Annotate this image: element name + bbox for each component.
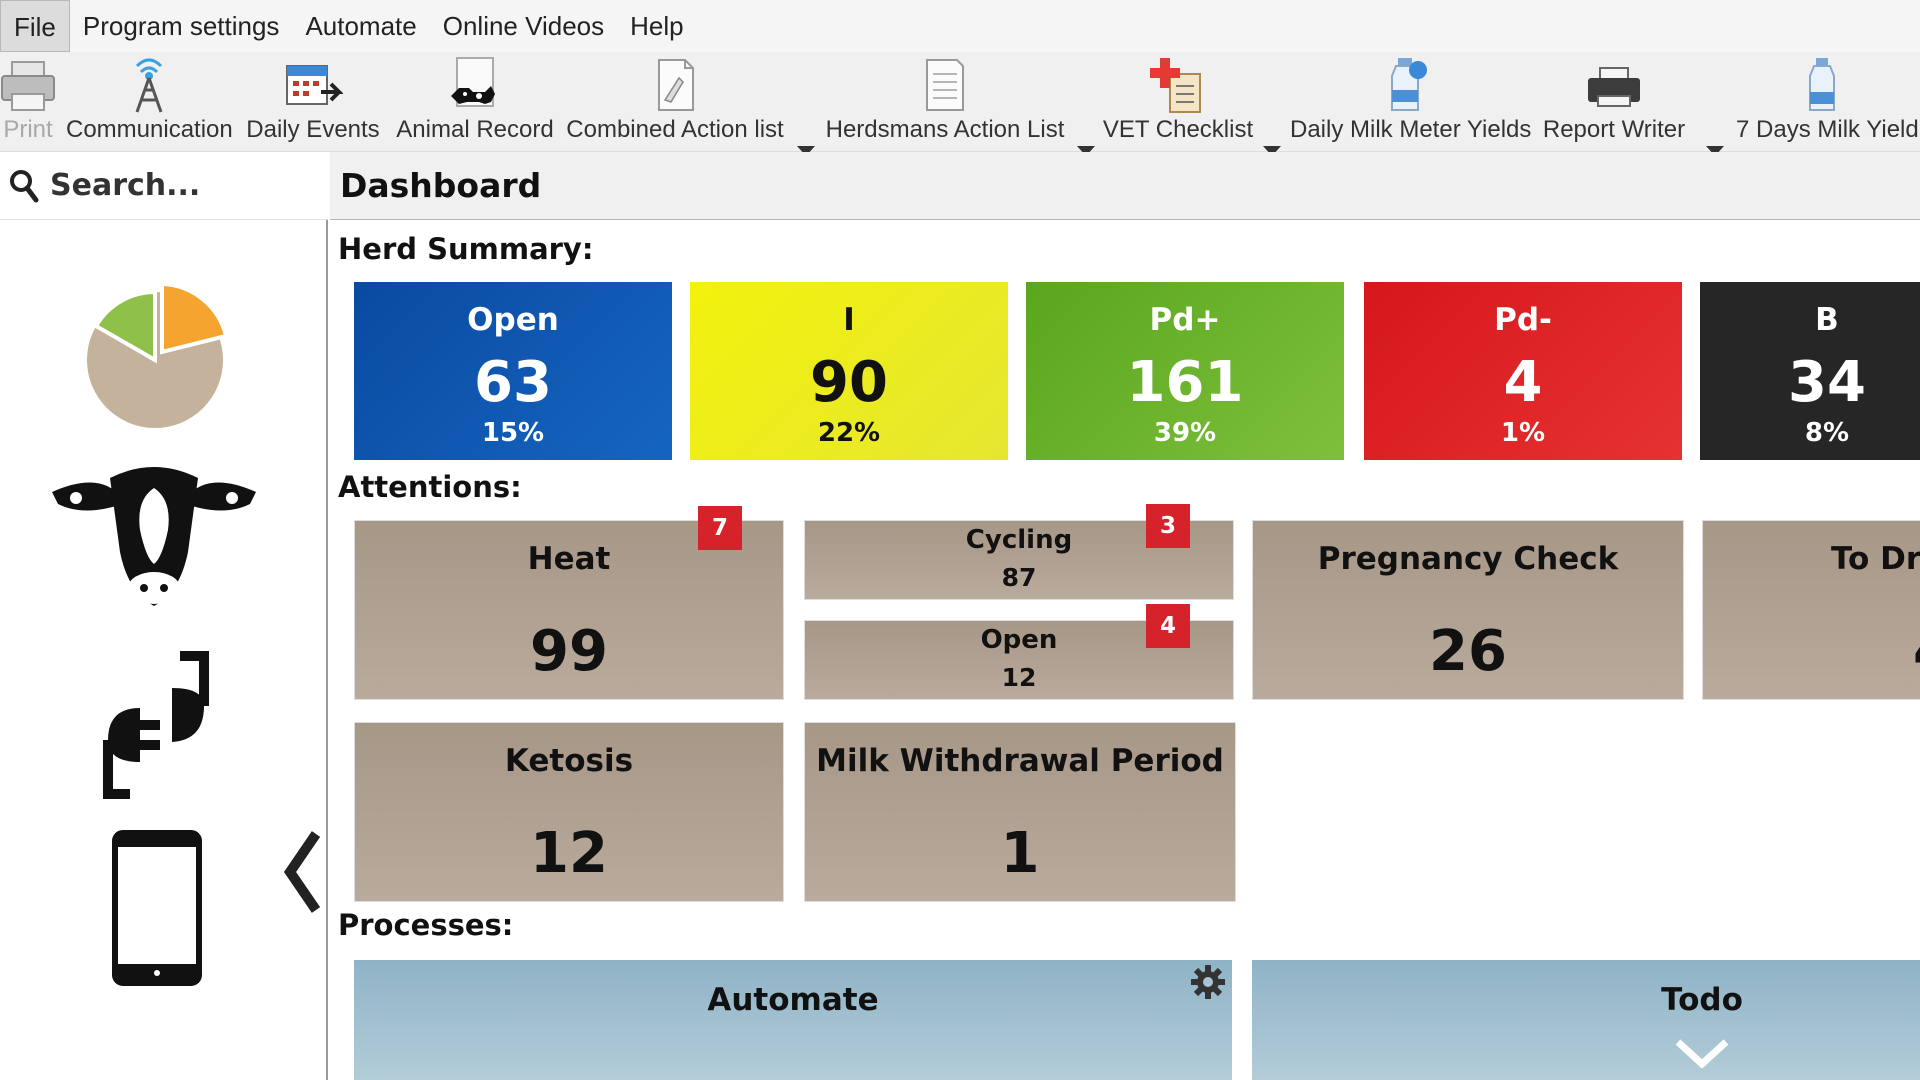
menu-program-settings[interactable]: Program settings — [70, 0, 293, 52]
vet-checklist-icon — [1150, 58, 1201, 113]
vet-checklist-button[interactable]: VET Checklist — [1098, 52, 1258, 152]
printer-icon — [1, 61, 55, 111]
antenna-icon — [135, 58, 163, 113]
vet-checklist-label: VET Checklist — [1102, 116, 1254, 143]
herd-tile-inseminated[interactable]: I 90 22% — [690, 282, 1008, 460]
process-automate[interactable]: Automate — [354, 960, 1232, 1080]
daily-events-label: Daily Events — [246, 116, 380, 143]
menu-help[interactable]: Help — [617, 0, 696, 52]
attention-ketosis[interactable]: Ketosis 12 — [354, 722, 784, 902]
menu-online-videos[interactable]: Online Videos — [430, 0, 617, 52]
tile-value: 63 — [474, 350, 552, 415]
herd-tile-pd-minus[interactable]: Pd- 4 1% — [1364, 282, 1682, 460]
chevron-left-icon[interactable] — [282, 830, 322, 914]
toolbar: Print Communication Daily Events Animal … — [0, 52, 1920, 156]
attention-milk-withdrawal[interactable]: Milk Withdrawal Period 1 — [804, 722, 1236, 902]
cow-icon[interactable] — [52, 460, 256, 610]
seven-days-milk-yield-label: 7 Days Milk Yield I — [1736, 116, 1920, 143]
tile-percent: 39% — [1153, 418, 1217, 448]
animal-record-button[interactable]: Animal Record — [394, 52, 556, 152]
tile-value: 34 — [1788, 350, 1866, 415]
attention-label: Milk Withdrawal Period — [816, 743, 1224, 779]
attention-to-dry[interactable]: To Dr 4 — [1702, 520, 1920, 700]
tile-label: Open — [467, 302, 559, 338]
attention-label: Pregnancy Check — [1317, 541, 1619, 577]
report-writer-button[interactable]: Report Writer — [1534, 52, 1694, 152]
attention-value: 26 — [1429, 619, 1507, 684]
print-button[interactable]: Print — [0, 52, 56, 152]
pie-chart-icon[interactable] — [80, 280, 230, 430]
communication-button[interactable]: Communication — [66, 52, 233, 152]
process-label: Todo — [1661, 982, 1743, 1018]
menu-file[interactable]: File — [0, 0, 70, 52]
sidebar — [0, 220, 328, 1080]
tile-value: 90 — [810, 350, 888, 415]
milk-bottle-icon — [1391, 58, 1427, 111]
processes-title: Processes: — [338, 908, 514, 942]
print-label: Print — [3, 116, 53, 143]
daily-milk-meter-yields-button[interactable]: Daily Milk Meter Yields — [1290, 52, 1532, 152]
attention-value: 4 — [1913, 619, 1920, 684]
combined-action-list-label: Combined Action list — [566, 116, 784, 143]
tile-percent: 22% — [817, 418, 881, 448]
heat-badge: 7 — [698, 506, 742, 550]
attention-pregnancy-check[interactable]: Pregnancy Check 26 — [1252, 520, 1684, 700]
herd-summary-title: Herd Summary: — [338, 232, 594, 266]
tile-percent: 8% — [1804, 418, 1850, 448]
process-todo[interactable]: Todo — [1252, 960, 1920, 1080]
tile-value: 4 — [1503, 350, 1543, 415]
combined-action-list-button[interactable]: Combined Action list — [562, 52, 788, 152]
document-list-icon — [926, 59, 964, 111]
menu-automate[interactable]: Automate — [292, 0, 429, 52]
dashboard-header: Dashboard — [330, 152, 1920, 220]
attentions-title: Attentions: — [338, 470, 522, 504]
search-input[interactable] — [50, 168, 320, 203]
tile-value: 161 — [1126, 350, 1244, 415]
animal-record-icon — [451, 57, 495, 107]
gear-icon[interactable] — [1190, 964, 1226, 1000]
tile-label: Pd+ — [1149, 302, 1221, 338]
herd-tile-pd-plus[interactable]: Pd+ 161 39% — [1026, 282, 1344, 460]
attention-value: 99 — [530, 619, 608, 684]
process-label: Automate — [707, 982, 879, 1018]
search-bar — [0, 152, 328, 220]
daily-milk-meter-yields-label: Daily Milk Meter Yields — [1290, 116, 1532, 143]
tile-percent: 15% — [481, 418, 545, 448]
seven-days-milk-yield-button[interactable]: 7 Days Milk Yield I — [1734, 52, 1920, 152]
cycling-badge: 3 — [1146, 504, 1190, 548]
search-icon — [10, 169, 39, 202]
page-title: Dashboard — [340, 166, 542, 205]
attention-value: 1 — [1000, 821, 1040, 886]
milk-bottle-icon — [1809, 58, 1835, 111]
tablet-icon[interactable] — [112, 830, 202, 986]
daily-events-button[interactable]: Daily Events — [242, 52, 384, 152]
printer-icon — [1588, 67, 1640, 107]
menu-bar: File Program settings Automate Online Vi… — [0, 0, 1920, 52]
herd-tile-b[interactable]: B 34 8% — [1700, 282, 1920, 460]
report-writer-label: Report Writer — [1542, 116, 1686, 143]
plug-icon[interactable] — [80, 650, 232, 800]
dashboard-main: Herd Summary: Open 63 15% I 90 22% Pd+ 1… — [330, 220, 1920, 1080]
tile-label: I — [843, 302, 855, 338]
attention-label: Ketosis — [504, 743, 634, 779]
communication-label: Communication — [66, 116, 233, 143]
tile-label: B — [1815, 302, 1839, 338]
herdsmans-action-list-label: Herdsmans Action List — [825, 116, 1065, 143]
herd-tile-open[interactable]: Open 63 15% — [354, 282, 672, 460]
calendar-icon — [286, 65, 343, 105]
animal-record-label: Animal Record — [396, 116, 554, 143]
attention-label: To Dr — [1831, 541, 1920, 577]
document-icon — [658, 59, 694, 111]
tile-percent: 1% — [1500, 418, 1546, 448]
attention-value: 12 — [530, 821, 608, 886]
tile-label: Pd- — [1494, 302, 1552, 338]
open-badge: 4 — [1146, 604, 1190, 648]
attention-value: 87 — [1001, 563, 1037, 592]
herdsmans-action-list-button[interactable]: Herdsmans Action List — [820, 52, 1070, 152]
attention-value: 12 — [1001, 663, 1037, 692]
chevron-down-icon[interactable] — [1674, 1038, 1730, 1068]
